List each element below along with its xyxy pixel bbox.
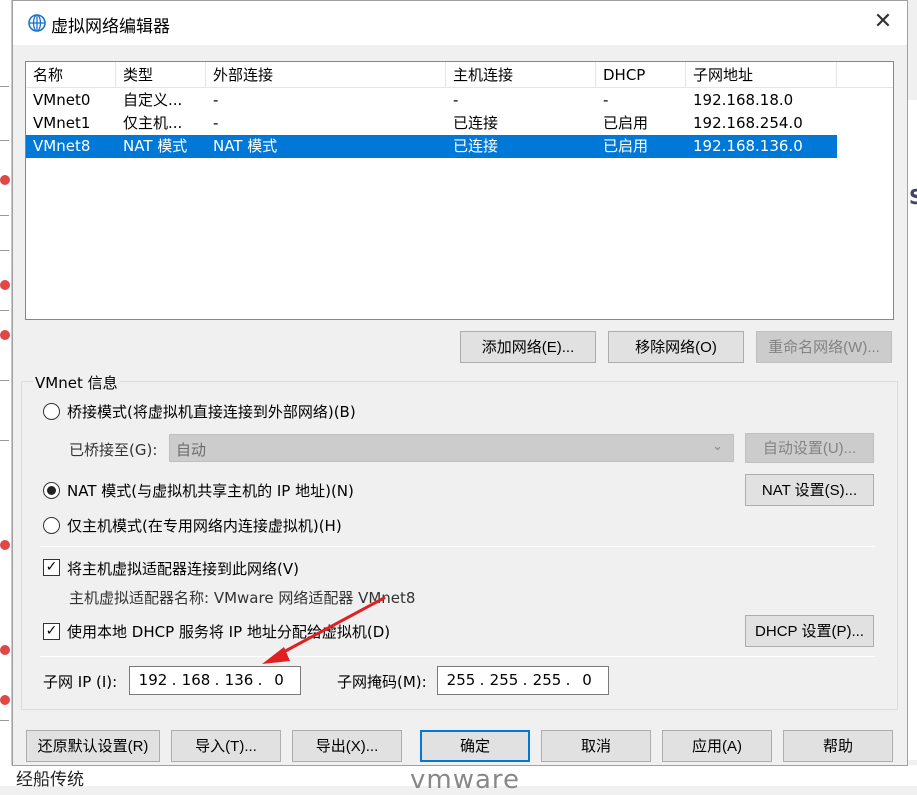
error-icon (0, 280, 10, 290)
cell-dhcp: 已启用 (603, 114, 649, 132)
column-header-dhcp[interactable]: DHCP (596, 62, 686, 88)
ok-button[interactable]: 确定 (420, 730, 530, 762)
bridged-to-select[interactable]: 自动 ⌄ (169, 434, 734, 462)
cancel-button[interactable]: 取消 (541, 730, 651, 762)
virtual-network-editor-dialog: 虚拟网络编辑器 ✕ 名称 类型 外部连接 主机连接 DHCP 子网地址 VMne… (12, 0, 908, 766)
tick-mark (0, 720, 9, 721)
close-button[interactable]: ✕ (867, 7, 899, 39)
cell-external: - (213, 91, 219, 109)
divider (40, 546, 875, 547)
connect-adapter-checkbox[interactable]: ✓ (43, 559, 60, 576)
dhcp-settings-button[interactable]: DHCP 设置(P)... (745, 615, 874, 647)
divider (40, 656, 875, 657)
cell-subnet: 192.168.136.0 (693, 137, 803, 155)
cell-host: - (453, 91, 459, 109)
cell-external: - (213, 114, 219, 132)
background-window-left-edge (0, 0, 12, 786)
subnet-mask-input[interactable]: 255 . 255 . 255 . 0 (437, 666, 609, 695)
cell-host: 已连接 (453, 114, 499, 132)
tick-mark (0, 215, 9, 216)
tick-mark (0, 380, 9, 381)
list-header: 名称 类型 外部连接 主机连接 DHCP 子网地址 (26, 62, 893, 88)
ip-octet[interactable]: 192 (134, 671, 172, 689)
tick-mark (0, 250, 9, 251)
nat-mode-label[interactable]: NAT 模式(与虚拟机共享主机的 IP 地址)(N) (67, 480, 354, 501)
error-icon (0, 645, 10, 655)
remove-network-button[interactable]: 移除网络(O) (608, 331, 744, 363)
connect-adapter-label[interactable]: 将主机虚拟适配器连接到此网络(V) (67, 558, 299, 579)
bridge-mode-radio[interactable] (43, 403, 60, 420)
bridged-to-label: 已桥接至(G): (69, 441, 158, 459)
cell-dhcp: 已启用 (603, 137, 649, 155)
mask-octet[interactable]: 255 (528, 671, 566, 689)
error-icon (0, 175, 10, 185)
mask-octet[interactable]: 0 (568, 671, 606, 689)
bridged-to-value: 自动 (176, 441, 207, 459)
cell-subnet: 192.168.254.0 (693, 114, 803, 132)
help-button[interactable]: 帮助 (783, 730, 893, 762)
ip-octet[interactable]: 0 (260, 671, 298, 689)
background-text: S (909, 185, 917, 209)
export-button[interactable]: 导出(X)... (292, 730, 402, 762)
auto-settings-button[interactable]: 自动设置(U)... (745, 433, 874, 463)
column-header-name[interactable]: 名称 (26, 62, 116, 88)
cell-name: VMnet8 (33, 137, 91, 155)
bridge-mode-label[interactable]: 桥接模式(将虚拟机直接连接到外部网络)(B) (67, 401, 356, 422)
column-header-host[interactable]: 主机连接 (446, 62, 596, 88)
background-window-bottom: 经船传统 vmware (0, 765, 917, 795)
error-icon (0, 695, 10, 705)
cell-host: 已连接 (453, 137, 499, 155)
ip-octet[interactable]: 136 (220, 671, 258, 689)
list-row-vmnet8[interactable]: VMnet8 NAT 模式 NAT 模式 已连接 已启用 192.168.136.0 (26, 135, 837, 158)
chevron-down-icon: ⌄ (712, 439, 723, 454)
restore-defaults-button[interactable]: 还原默认设置(R) (26, 730, 160, 762)
apply-button[interactable]: 应用(A) (662, 730, 772, 762)
cell-subnet: 192.168.18.0 (693, 91, 794, 109)
cell-type: 自定义... (123, 91, 183, 109)
use-dhcp-checkbox[interactable]: ✓ (43, 623, 60, 640)
cell-name: VMnet1 (33, 114, 91, 132)
column-header-subnet[interactable]: 子网地址 (686, 62, 837, 88)
list-row-vmnet0[interactable]: VMnet0 自定义... - - - 192.168.18.0 (26, 89, 837, 112)
subnet-mask-label: 子网掩码(M): (337, 673, 427, 691)
background-text: 经船传统 (16, 770, 84, 790)
cell-external: NAT 模式 (213, 137, 278, 155)
ip-octet[interactable]: 168 (177, 671, 215, 689)
mask-octet[interactable]: 255 (442, 671, 480, 689)
network-globe-icon (28, 14, 46, 32)
import-button[interactable]: 导入(T)... (171, 730, 281, 762)
error-icon (0, 540, 10, 550)
tick-mark (0, 310, 9, 311)
dialog-title: 虚拟网络编辑器 (51, 17, 170, 37)
mask-octet[interactable]: 255 (485, 671, 523, 689)
tick-mark (0, 140, 9, 141)
vmnet-info-legend: VMnet 信息 (33, 372, 120, 393)
cell-dhcp: - (603, 91, 609, 109)
host-only-mode-label[interactable]: 仅主机模式(在专用网络内连接虚拟机)(H) (67, 515, 342, 536)
adapter-name-text: 主机虚拟适配器名称: VMware 网络适配器 VMnet8 (69, 589, 416, 607)
host-only-mode-radio[interactable] (43, 517, 60, 534)
list-row-vmnet1[interactable]: VMnet1 仅主机... - 已连接 已启用 192.168.254.0 (26, 112, 837, 135)
background-window-right-edge: S (908, 100, 917, 760)
cell-type: 仅主机... (123, 114, 183, 132)
nat-settings-button[interactable]: NAT 设置(S)... (745, 474, 874, 506)
cell-name: VMnet0 (33, 91, 91, 109)
nat-mode-radio[interactable] (43, 482, 60, 499)
vmware-logo: vmware (410, 765, 521, 795)
subnet-ip-label: 子网 IP (I): (43, 673, 118, 691)
use-dhcp-label[interactable]: 使用本地 DHCP 服务将 IP 地址分配给虚拟机(D) (67, 621, 390, 642)
cell-type: NAT 模式 (123, 137, 188, 155)
tick-mark (0, 86, 9, 87)
network-list[interactable]: 名称 类型 外部连接 主机连接 DHCP 子网地址 VMnet0 自定义... - -… (25, 61, 894, 320)
rename-network-button[interactable]: 重命名网络(W)... (756, 331, 892, 363)
add-network-button[interactable]: 添加网络(E)... (460, 331, 596, 363)
subnet-ip-input[interactable]: 192 . 168 . 136 . 0 (129, 666, 301, 695)
title-bar[interactable]: 虚拟网络编辑器 ✕ (13, 1, 907, 45)
column-header-type[interactable]: 类型 (116, 62, 206, 88)
tick-mark (0, 440, 9, 441)
error-icon (0, 330, 10, 340)
column-header-external[interactable]: 外部连接 (206, 62, 446, 88)
